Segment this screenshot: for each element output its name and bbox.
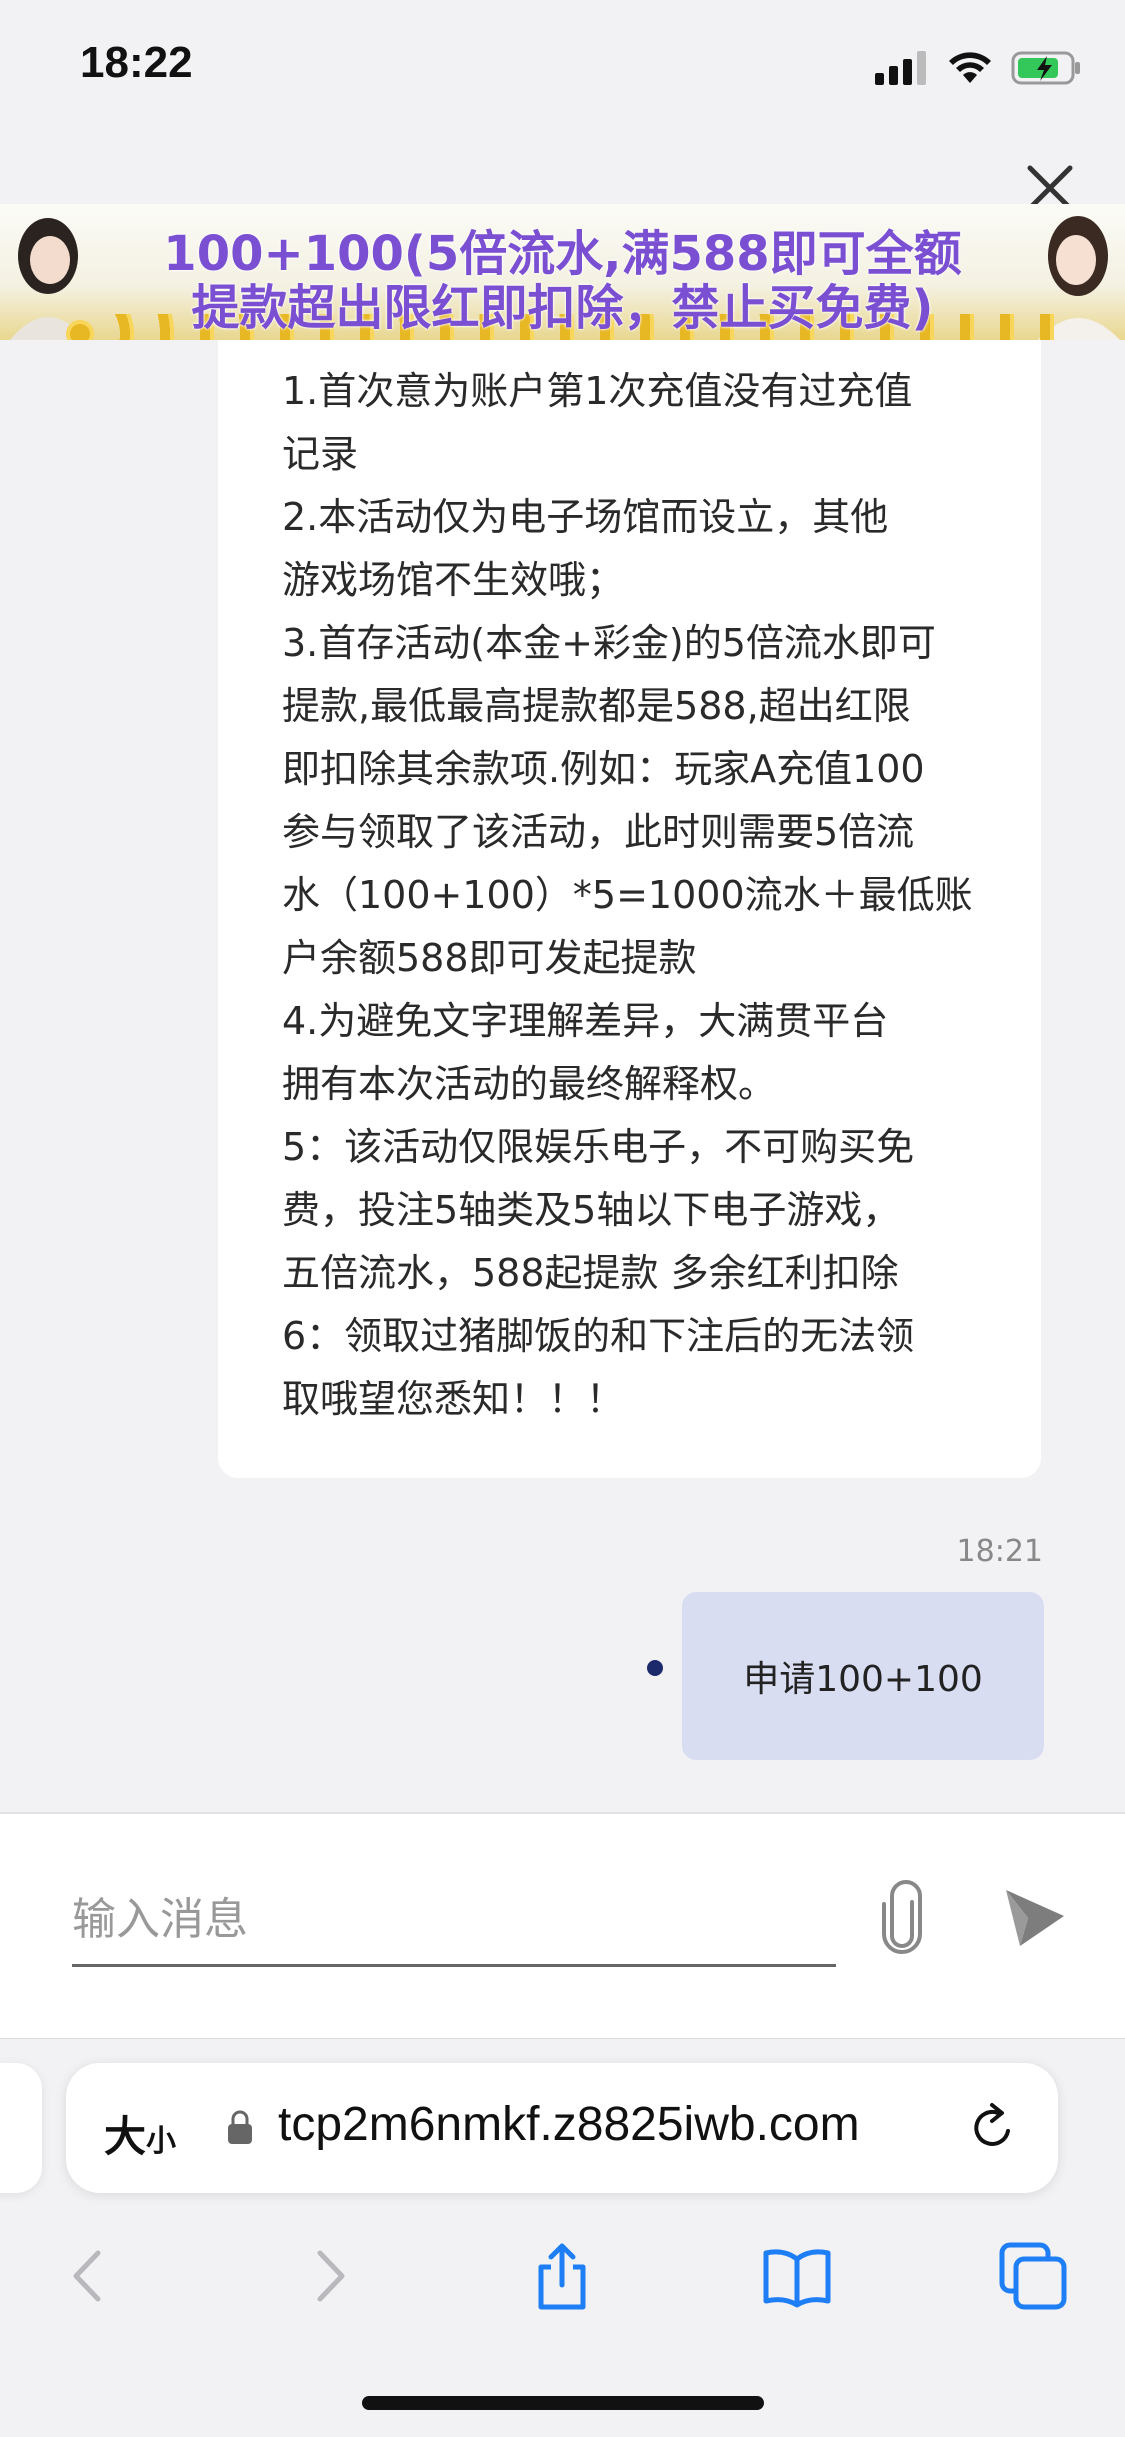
home-indicator [362, 2396, 764, 2410]
paperclip-icon [882, 1880, 922, 1954]
lock-icon [228, 2110, 252, 2144]
message-input[interactable] [72, 1874, 836, 1967]
text-size-label-small: 小 [146, 2124, 177, 2159]
address-bar[interactable]: 大小 tcp2m6nmkf.z8825iwb.com [66, 2063, 1058, 2193]
previous-tab-edge[interactable] [0, 2063, 42, 2193]
status-bar: 18:22 [0, 0, 1125, 140]
sent-message-bubble: 申请100+100 [682, 1592, 1044, 1760]
message-timestamp: 18:21 [956, 1534, 1043, 1569]
attach-button[interactable] [874, 1880, 930, 1956]
battery-charging-icon [1011, 51, 1080, 85]
status-time: 18:22 [80, 38, 193, 87]
browser-bottom-bar: 大小 tcp2m6nmkf.z8825iwb.com [0, 2038, 1125, 2437]
chevron-right-icon [317, 2250, 345, 2302]
text-size-label-big: 大 [104, 2112, 147, 2161]
received-message-bubble: 1.首次意为账户第1次充值没有过充值 记录 2.本活动仅为电子场馆而设立，其他 … [218, 340, 1041, 1478]
share-button[interactable] [527, 2241, 597, 2311]
banner-title-line2: 提款超出限红即扣除，禁止买免费) [191, 280, 934, 336]
text-size-button[interactable]: 大小 [104, 2103, 176, 2164]
sent-status-dot [647, 1660, 663, 1676]
send-button[interactable] [1000, 1882, 1070, 1952]
url-text: tcp2m6nmkf.z8825iwb.com [278, 2098, 860, 2151]
bookmarks-button[interactable] [762, 2241, 832, 2311]
book-icon [763, 2249, 831, 2308]
promo-banner[interactable]: 100+100(5倍流水,满588即可全额 提款超出限红即扣除，禁止买免费) [0, 204, 1125, 340]
reload-button[interactable] [966, 2101, 1020, 2155]
sent-message-text: 申请100+100 [743, 1659, 983, 1700]
forward-button[interactable] [294, 2241, 364, 2311]
tabs-button[interactable] [998, 2241, 1068, 2311]
received-message-text: 1.首次意为账户第1次充值没有过充值 记录 2.本活动仅为电子场馆而设立，其他 … [282, 369, 973, 1421]
browser-toolbar [0, 2229, 1125, 2319]
wifi-icon [949, 52, 991, 83]
signal-icon [875, 51, 926, 85]
status-icons [873, 48, 1083, 88]
reload-icon [974, 2103, 1010, 2146]
chevron-left-icon [73, 2250, 101, 2302]
send-icon [1006, 1890, 1064, 1946]
back-button[interactable] [54, 2241, 124, 2311]
tabs-icon [999, 2242, 1067, 2310]
share-icon [538, 2243, 586, 2310]
message-composer [0, 1812, 1125, 2040]
